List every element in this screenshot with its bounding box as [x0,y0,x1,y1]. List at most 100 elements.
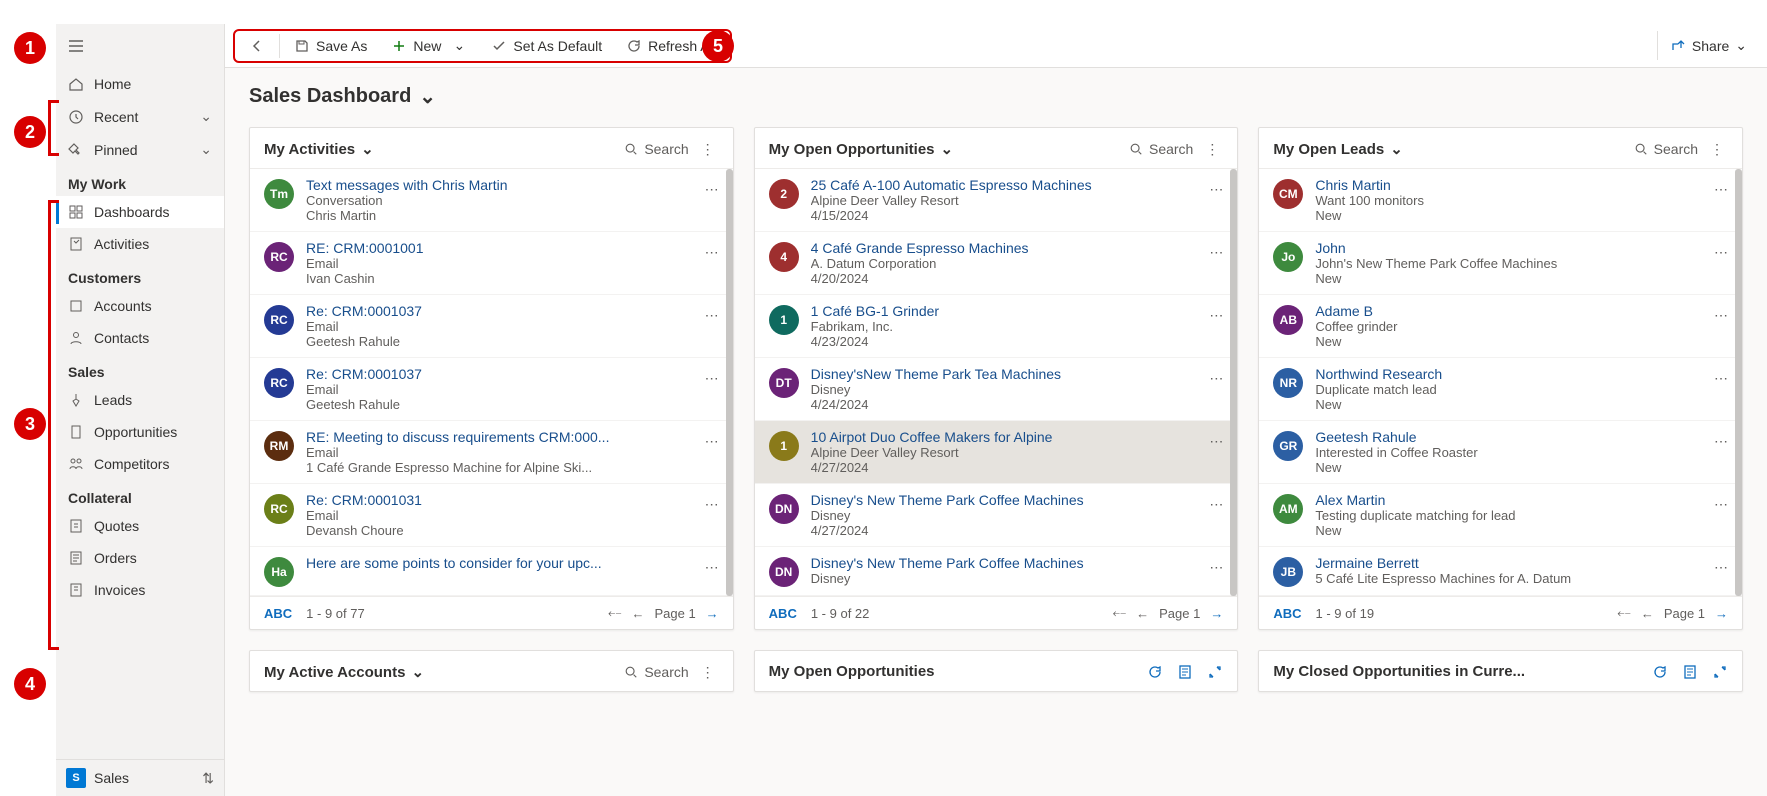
list-item[interactable]: 110 Airpot Duo Coffee Makers for AlpineA… [755,421,1238,484]
list-item[interactable]: TmText messages with Chris MartinConvers… [250,169,733,232]
list-item[interactable]: RMRE: Meeting to discuss requirements CR… [250,421,733,484]
list-item[interactable]: GRGeetesh RahuleInterested in Coffee Roa… [1259,421,1742,484]
plus-icon [391,38,407,54]
list-item[interactable]: JBJermaine Berrett5 Café Lite Espresso M… [1259,547,1742,596]
row-more-button[interactable]: ⋯ [1209,177,1223,198]
expand-icon[interactable] [1207,664,1223,680]
row-more-button[interactable]: ⋯ [705,303,719,324]
list-item[interactable]: HaHere are some points to consider for y… [250,547,733,596]
list-item[interactable]: RCRe: CRM:0001031EmailDevansh Choure⋯ [250,484,733,547]
alpha-filter[interactable]: ABC [264,606,292,621]
refresh-icon[interactable] [1147,664,1163,680]
list-item[interactable]: JoJohnJohn's New Theme Park Coffee Machi… [1259,232,1742,295]
refresh-icon[interactable] [1652,664,1668,680]
row-primary: RE: CRM:0001001 [306,240,693,256]
list-item[interactable]: NRNorthwind ResearchDuplicate match lead… [1259,358,1742,421]
row-more-button[interactable]: ⋯ [1714,177,1728,198]
card-more-button[interactable]: ⋮ [697,141,719,158]
sidebar-collapse-button[interactable] [56,24,224,68]
list-item[interactable]: DTDisney'sNew Theme Park Tea MachinesDis… [755,358,1238,421]
records-icon[interactable] [1177,664,1193,680]
row-more-button[interactable]: ⋯ [1714,303,1728,324]
card-more-button[interactable]: ⋮ [1706,141,1728,158]
list-item[interactable]: RCRe: CRM:0001037EmailGeetesh Rahule⋯ [250,358,733,421]
new-button[interactable]: New⌄ [381,32,477,60]
sidebar-item-orders[interactable]: Orders [56,542,224,574]
sidebar-item-recent[interactable]: Recent⌄ [56,100,224,133]
alpha-filter[interactable]: ABC [769,606,797,621]
row-more-button[interactable]: ⋯ [1209,429,1223,450]
list-item[interactable]: 44 Café Grande Espresso MachinesA. Datum… [755,232,1238,295]
list-item[interactable]: 11 Café BG-1 GrinderFabrikam, Inc.4/23/2… [755,295,1238,358]
list-item[interactable]: CMChris MartinWant 100 monitorsNew⋯ [1259,169,1742,232]
sidebar-item-competitors[interactable]: Competitors [56,448,224,480]
card-title[interactable]: My Activities⌄ [264,140,374,158]
page-next-icon[interactable]: → [1715,606,1728,621]
card-search-button[interactable]: Search [1129,141,1193,157]
row-more-button[interactable]: ⋯ [1209,303,1223,324]
page-prev-icon[interactable]: ← [1136,606,1149,621]
list-item[interactable]: RCRe: CRM:0001037EmailGeetesh Rahule⋯ [250,295,733,358]
row-more-button[interactable]: ⋯ [705,555,719,576]
list-item[interactable]: RCRE: CRM:0001001EmailIvan Cashin⋯ [250,232,733,295]
records-icon[interactable] [1682,664,1698,680]
row-more-button[interactable]: ⋯ [1209,492,1223,513]
card-title[interactable]: My Open Leads⌄ [1273,140,1402,158]
save-as-button[interactable]: Save As [284,32,377,60]
sidebar-item-invoices[interactable]: Invoices [56,574,224,606]
page-first-icon[interactable]: ⤌ [1617,605,1631,621]
row-more-button[interactable]: ⋯ [1209,366,1223,387]
card-title[interactable]: My Active Accounts⌄ [264,663,424,681]
page-first-icon[interactable]: ⤌ [1113,605,1127,621]
back-button[interactable] [239,32,275,60]
row-more-button[interactable]: ⋯ [1714,240,1728,261]
sidebar-item-dashboards[interactable]: Dashboards [56,196,224,228]
list-item[interactable]: ABAdame BCoffee grinderNew⋯ [1259,295,1742,358]
row-more-button[interactable]: ⋯ [1714,429,1728,450]
card-more-button[interactable]: ⋮ [697,664,719,681]
sidebar-item-quotes[interactable]: Quotes [56,510,224,542]
sidebar-area-switcher[interactable]: S Sales ⇅ [56,759,224,796]
sidebar-item-home[interactable]: Home [56,68,224,100]
avatar: AM [1273,494,1303,524]
row-more-button[interactable]: ⋯ [705,492,719,513]
page-next-icon[interactable]: → [706,606,719,621]
expand-icon[interactable] [1712,664,1728,680]
row-more-button[interactable]: ⋯ [1209,240,1223,261]
page-prev-icon[interactable]: ← [631,606,644,621]
sidebar-item-contacts[interactable]: Contacts [56,322,224,354]
set-default-button[interactable]: Set As Default [481,32,612,60]
share-button[interactable]: Share⌄ [1657,31,1759,60]
list-item[interactable]: DNDisney's New Theme Park Coffee Machine… [755,484,1238,547]
card-search-button[interactable]: Search [1634,141,1698,157]
row-more-button[interactable]: ⋯ [1714,366,1728,387]
row-more-button[interactable]: ⋯ [705,240,719,261]
list-item[interactable]: AMAlex MartinTesting duplicate matching … [1259,484,1742,547]
card-search-button[interactable]: Search [624,141,688,157]
list-item[interactable]: 225 Café A-100 Automatic Espresso Machin… [755,169,1238,232]
row-more-button[interactable]: ⋯ [705,429,719,450]
card-more-button[interactable]: ⋮ [1201,141,1223,158]
sidebar-item-opportunities[interactable]: Opportunities [56,416,224,448]
sidebar-item-activities[interactable]: Activities [56,228,224,260]
row-more-button[interactable]: ⋯ [1714,555,1728,576]
chevron-down-icon: ⌄ [1735,37,1747,54]
card-title[interactable]: My Open Opportunities⌄ [769,140,953,158]
annotation-bracket-2 [48,100,51,156]
row-more-button[interactable]: ⋯ [1714,492,1728,513]
page-prev-icon[interactable]: ← [1641,606,1654,621]
sidebar-item-pinned[interactable]: Pinned⌄ [56,133,224,166]
alpha-filter[interactable]: ABC [1273,606,1301,621]
page-title[interactable]: Sales Dashboard ⌄ [249,84,1743,109]
page-first-icon[interactable]: ⤌ [608,605,622,621]
sidebar-item-accounts[interactable]: Accounts [56,290,224,322]
page-next-icon[interactable]: → [1210,606,1223,621]
sidebar-footer-label: Sales [94,770,129,786]
sidebar-item-leads[interactable]: Leads [56,384,224,416]
card-search-button[interactable]: Search [624,664,688,680]
row-more-button[interactable]: ⋯ [1209,555,1223,576]
row-more-button[interactable]: ⋯ [705,366,719,387]
row-primary: RE: Meeting to discuss requirements CRM:… [306,429,693,445]
row-more-button[interactable]: ⋯ [705,177,719,198]
list-item[interactable]: DNDisney's New Theme Park Coffee Machine… [755,547,1238,596]
